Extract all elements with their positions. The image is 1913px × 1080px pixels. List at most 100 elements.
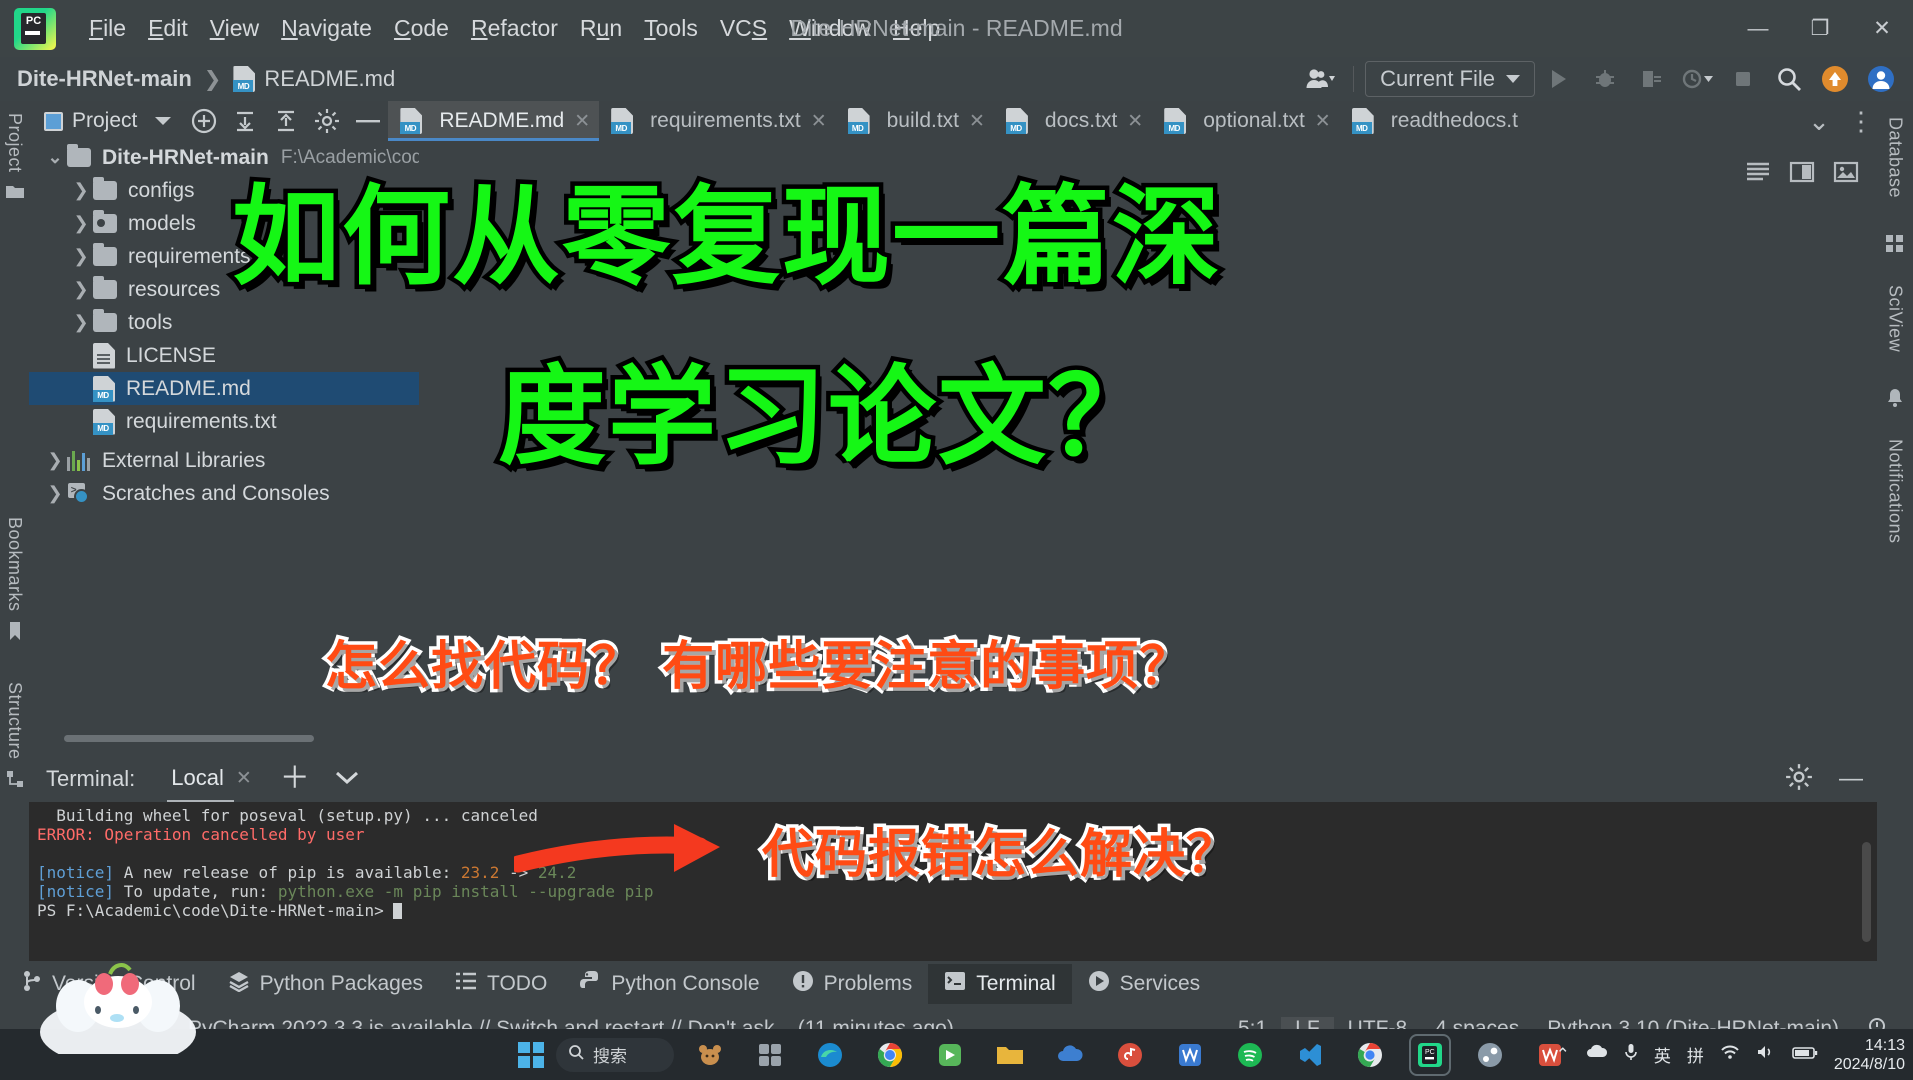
debug-icon[interactable] xyxy=(1583,59,1627,99)
onedrive-icon[interactable] xyxy=(1586,1044,1608,1065)
ime-language-indicator[interactable]: 英 xyxy=(1654,1042,1671,1067)
profiler-icon[interactable] xyxy=(1675,59,1719,99)
show-editor-icon[interactable] xyxy=(1743,159,1773,185)
speaker-icon[interactable] xyxy=(1756,1044,1776,1065)
tree-item-readme-md[interactable]: MD README.md xyxy=(29,372,419,405)
bookmark-icon[interactable] xyxy=(7,621,23,646)
minimize-button[interactable]: — xyxy=(1727,0,1789,57)
tree-item-license[interactable]: LICENSE xyxy=(29,339,419,372)
tree-item-external-libraries[interactable]: ❯ External Libraries xyxy=(29,444,419,477)
tool-window-python-console[interactable]: Python Console xyxy=(563,964,775,1004)
tree-item-configs[interactable]: ❯ configs xyxy=(29,174,419,207)
avatar-icon[interactable] xyxy=(1298,59,1342,99)
maximize-button[interactable]: ❐ xyxy=(1789,0,1851,57)
chevron-right-icon[interactable]: ❯ xyxy=(69,246,93,267)
terminal-console[interactable]: Building wheel for poseval (setup.py) ..… xyxy=(29,802,1877,961)
tool-window-services[interactable]: Services xyxy=(1072,964,1217,1004)
menu-item-run[interactable]: Run xyxy=(569,11,633,46)
tree-item-models[interactable]: ❯ models xyxy=(29,207,419,240)
structure-icon[interactable] xyxy=(6,770,24,793)
menu-item-navigate[interactable]: Navigate xyxy=(270,11,383,46)
editor-tab-build-txt[interactable]: MD build.txt ✕ xyxy=(836,101,994,141)
editor-tab-optional-txt[interactable]: MD optional.txt ✕ xyxy=(1152,101,1340,141)
project-pane-title[interactable]: Project xyxy=(35,109,142,133)
coverage-icon[interactable] xyxy=(1629,59,1673,99)
chevron-up-icon[interactable]: ⌃ xyxy=(1556,1045,1570,1065)
menu-item-code[interactable]: Code xyxy=(383,11,460,46)
chrome-icon[interactable] xyxy=(871,1036,909,1074)
collapse-all-icon[interactable] xyxy=(266,101,306,141)
menu-item-help[interactable]: Help xyxy=(882,11,951,46)
chevron-right-icon[interactable]: ❯ xyxy=(43,450,67,471)
split-editor-icon[interactable] xyxy=(1787,159,1817,185)
expand-all-icon[interactable] xyxy=(225,101,265,141)
tree-item-dite-hrnet-main[interactable]: ⌄ Dite-HRNet-main F:\Academic\code xyxy=(29,141,419,174)
stripe-button-bookmarks[interactable]: Bookmarks xyxy=(4,505,25,612)
project-tree[interactable]: ⌄ Dite-HRNet-main F:\Academic\code ❯ con… xyxy=(29,141,419,756)
add-icon[interactable] xyxy=(184,101,224,141)
close-icon[interactable]: ✕ xyxy=(811,110,827,133)
tool-window-python-packages[interactable]: Python Packages xyxy=(212,964,439,1004)
edge-icon[interactable] xyxy=(811,1036,849,1074)
chevron-right-icon[interactable]: ❯ xyxy=(43,483,67,504)
steam-icon[interactable] xyxy=(1471,1036,1509,1074)
folder-icon[interactable] xyxy=(991,1036,1029,1074)
settings-gear-icon[interactable] xyxy=(307,101,347,141)
settings-gear-icon[interactable] xyxy=(1785,763,1813,796)
tree-item-tools[interactable]: ❯ tools xyxy=(29,306,419,339)
tool-window-todo[interactable]: TODO xyxy=(439,964,563,1004)
stripe-button-database[interactable]: Database xyxy=(1885,117,1906,198)
wps-icon[interactable] xyxy=(1171,1036,1209,1074)
editor-tab-docs-txt[interactable]: MD docs.txt ✕ xyxy=(994,101,1152,141)
ime-mode-indicator[interactable]: 拼 xyxy=(1687,1042,1704,1067)
chevron-down-icon[interactable]: ⌄ xyxy=(43,147,67,168)
preview-icon[interactable] xyxy=(1831,159,1861,185)
grid-icon[interactable] xyxy=(1885,234,1905,259)
chevron-right-icon[interactable]: ❯ xyxy=(69,279,93,300)
music-icon[interactable] xyxy=(1111,1036,1149,1074)
chevron-right-icon[interactable]: ❯ xyxy=(69,213,93,234)
tree-item-requirements[interactable]: ❯ requirements xyxy=(29,240,419,273)
widgets-icon[interactable] xyxy=(751,1036,789,1074)
tree-item-scratches-and-consoles[interactable]: ❯ >_ Scratches and Consoles xyxy=(29,477,419,510)
folder-stripe-icon[interactable] xyxy=(5,183,25,205)
bear-icon[interactable] xyxy=(691,1036,729,1074)
breadcrumb-file[interactable]: README.md xyxy=(264,66,395,92)
menu-item-view[interactable]: View xyxy=(199,11,270,46)
updates-icon[interactable] xyxy=(1813,59,1857,99)
bell-icon[interactable] xyxy=(1886,388,1904,413)
tree-horizontal-scrollbar[interactable] xyxy=(64,735,314,742)
spotify-icon[interactable] xyxy=(1231,1036,1269,1074)
more-options-icon[interactable]: ⋮ xyxy=(1841,101,1881,141)
search-icon[interactable] xyxy=(1767,59,1811,99)
menu-item-tools[interactable]: Tools xyxy=(633,11,709,46)
close-icon[interactable]: ✕ xyxy=(1315,110,1331,133)
hide-icon[interactable] xyxy=(348,101,388,141)
stripe-button-project[interactable]: Project xyxy=(4,101,25,173)
tree-item-requirements-txt[interactable]: MD requirements.txt xyxy=(29,405,419,438)
close-icon[interactable]: ✕ xyxy=(969,110,985,133)
stripe-button-sciview[interactable]: SciView xyxy=(1885,285,1906,352)
editor-tab-readme-md[interactable]: MD README.md ✕ xyxy=(388,101,600,141)
menu-item-vcs[interactable]: VCS xyxy=(709,11,778,46)
tool-window-problems[interactable]: Problems xyxy=(776,964,929,1004)
stop-icon[interactable] xyxy=(1721,59,1765,99)
pycharm-icon[interactable]: PC xyxy=(1409,1033,1451,1076)
tree-item-resources[interactable]: ❯ resources xyxy=(29,273,419,306)
menu-item-edit[interactable]: Edit xyxy=(137,11,199,46)
chevron-down-icon[interactable]: ⌄ xyxy=(1799,101,1839,141)
menu-item-refactor[interactable]: Refactor xyxy=(460,11,569,46)
run-icon[interactable] xyxy=(1537,59,1581,99)
editor-tab-readthedocs-txt[interactable]: MD readthedocs.t xyxy=(1340,101,1527,141)
store-icon[interactable] xyxy=(931,1036,969,1074)
mic-icon[interactable] xyxy=(1624,1043,1638,1066)
terminal-tab-local[interactable]: Local ✕ xyxy=(167,765,252,804)
menu-item-file[interactable]: File xyxy=(78,11,137,46)
new-terminal-button[interactable]: ＋ xyxy=(280,764,310,794)
close-icon[interactable]: ✕ xyxy=(574,110,590,133)
vscode-icon[interactable] xyxy=(1291,1036,1329,1074)
tool-window-version-control[interactable]: Version Control xyxy=(6,964,212,1004)
chrome-icon-2[interactable] xyxy=(1351,1036,1389,1074)
windows-start-button[interactable] xyxy=(518,1041,544,1068)
editor-tab-requirements-txt[interactable]: MD requirements.txt ✕ xyxy=(599,101,835,141)
